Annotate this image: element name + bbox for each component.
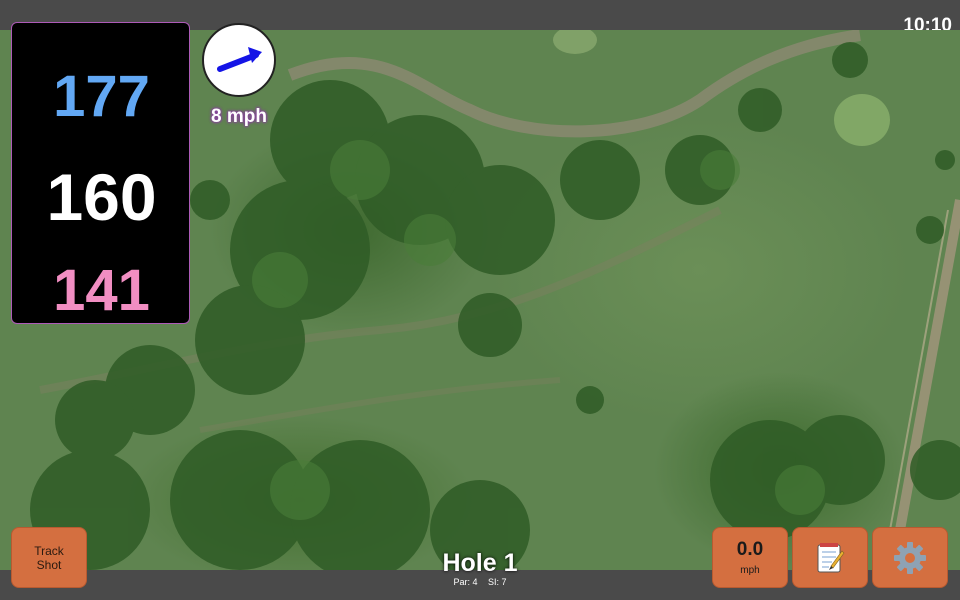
track-shot-label-line1: Track (34, 543, 64, 558)
front-distance: 141 (53, 258, 150, 323)
notes-button[interactable] (792, 527, 868, 588)
golf-gps-screen: 10:10 177 160 141 8 mph Track Shot Hole … (0, 0, 960, 600)
hole-title: Hole 1 (442, 549, 518, 577)
wind-speed-label: 8 mph (211, 106, 267, 127)
wind-arrow-icon (217, 47, 262, 72)
hole-stroke-index: SI: 7 (488, 577, 507, 587)
speed-button[interactable]: 0.0 mph (712, 527, 788, 588)
back-distance: 177 (53, 64, 150, 129)
settings-button[interactable] (872, 527, 948, 588)
track-shot-label-line2: Shot (36, 557, 62, 572)
middle-distance: 160 (46, 160, 157, 234)
track-shot-button[interactable]: Track Shot (11, 527, 87, 588)
hole-par: Par: 4 (453, 577, 478, 587)
gear-icon (894, 541, 926, 574)
hole-info: Par: 4 SI: 7 (380, 577, 580, 587)
speed-value: 0.0 (736, 539, 764, 560)
wind-dial (202, 23, 276, 97)
distance-panel: 177 160 141 (11, 22, 190, 324)
speed-unit: mph (740, 565, 760, 576)
notepad-icon (817, 542, 845, 572)
